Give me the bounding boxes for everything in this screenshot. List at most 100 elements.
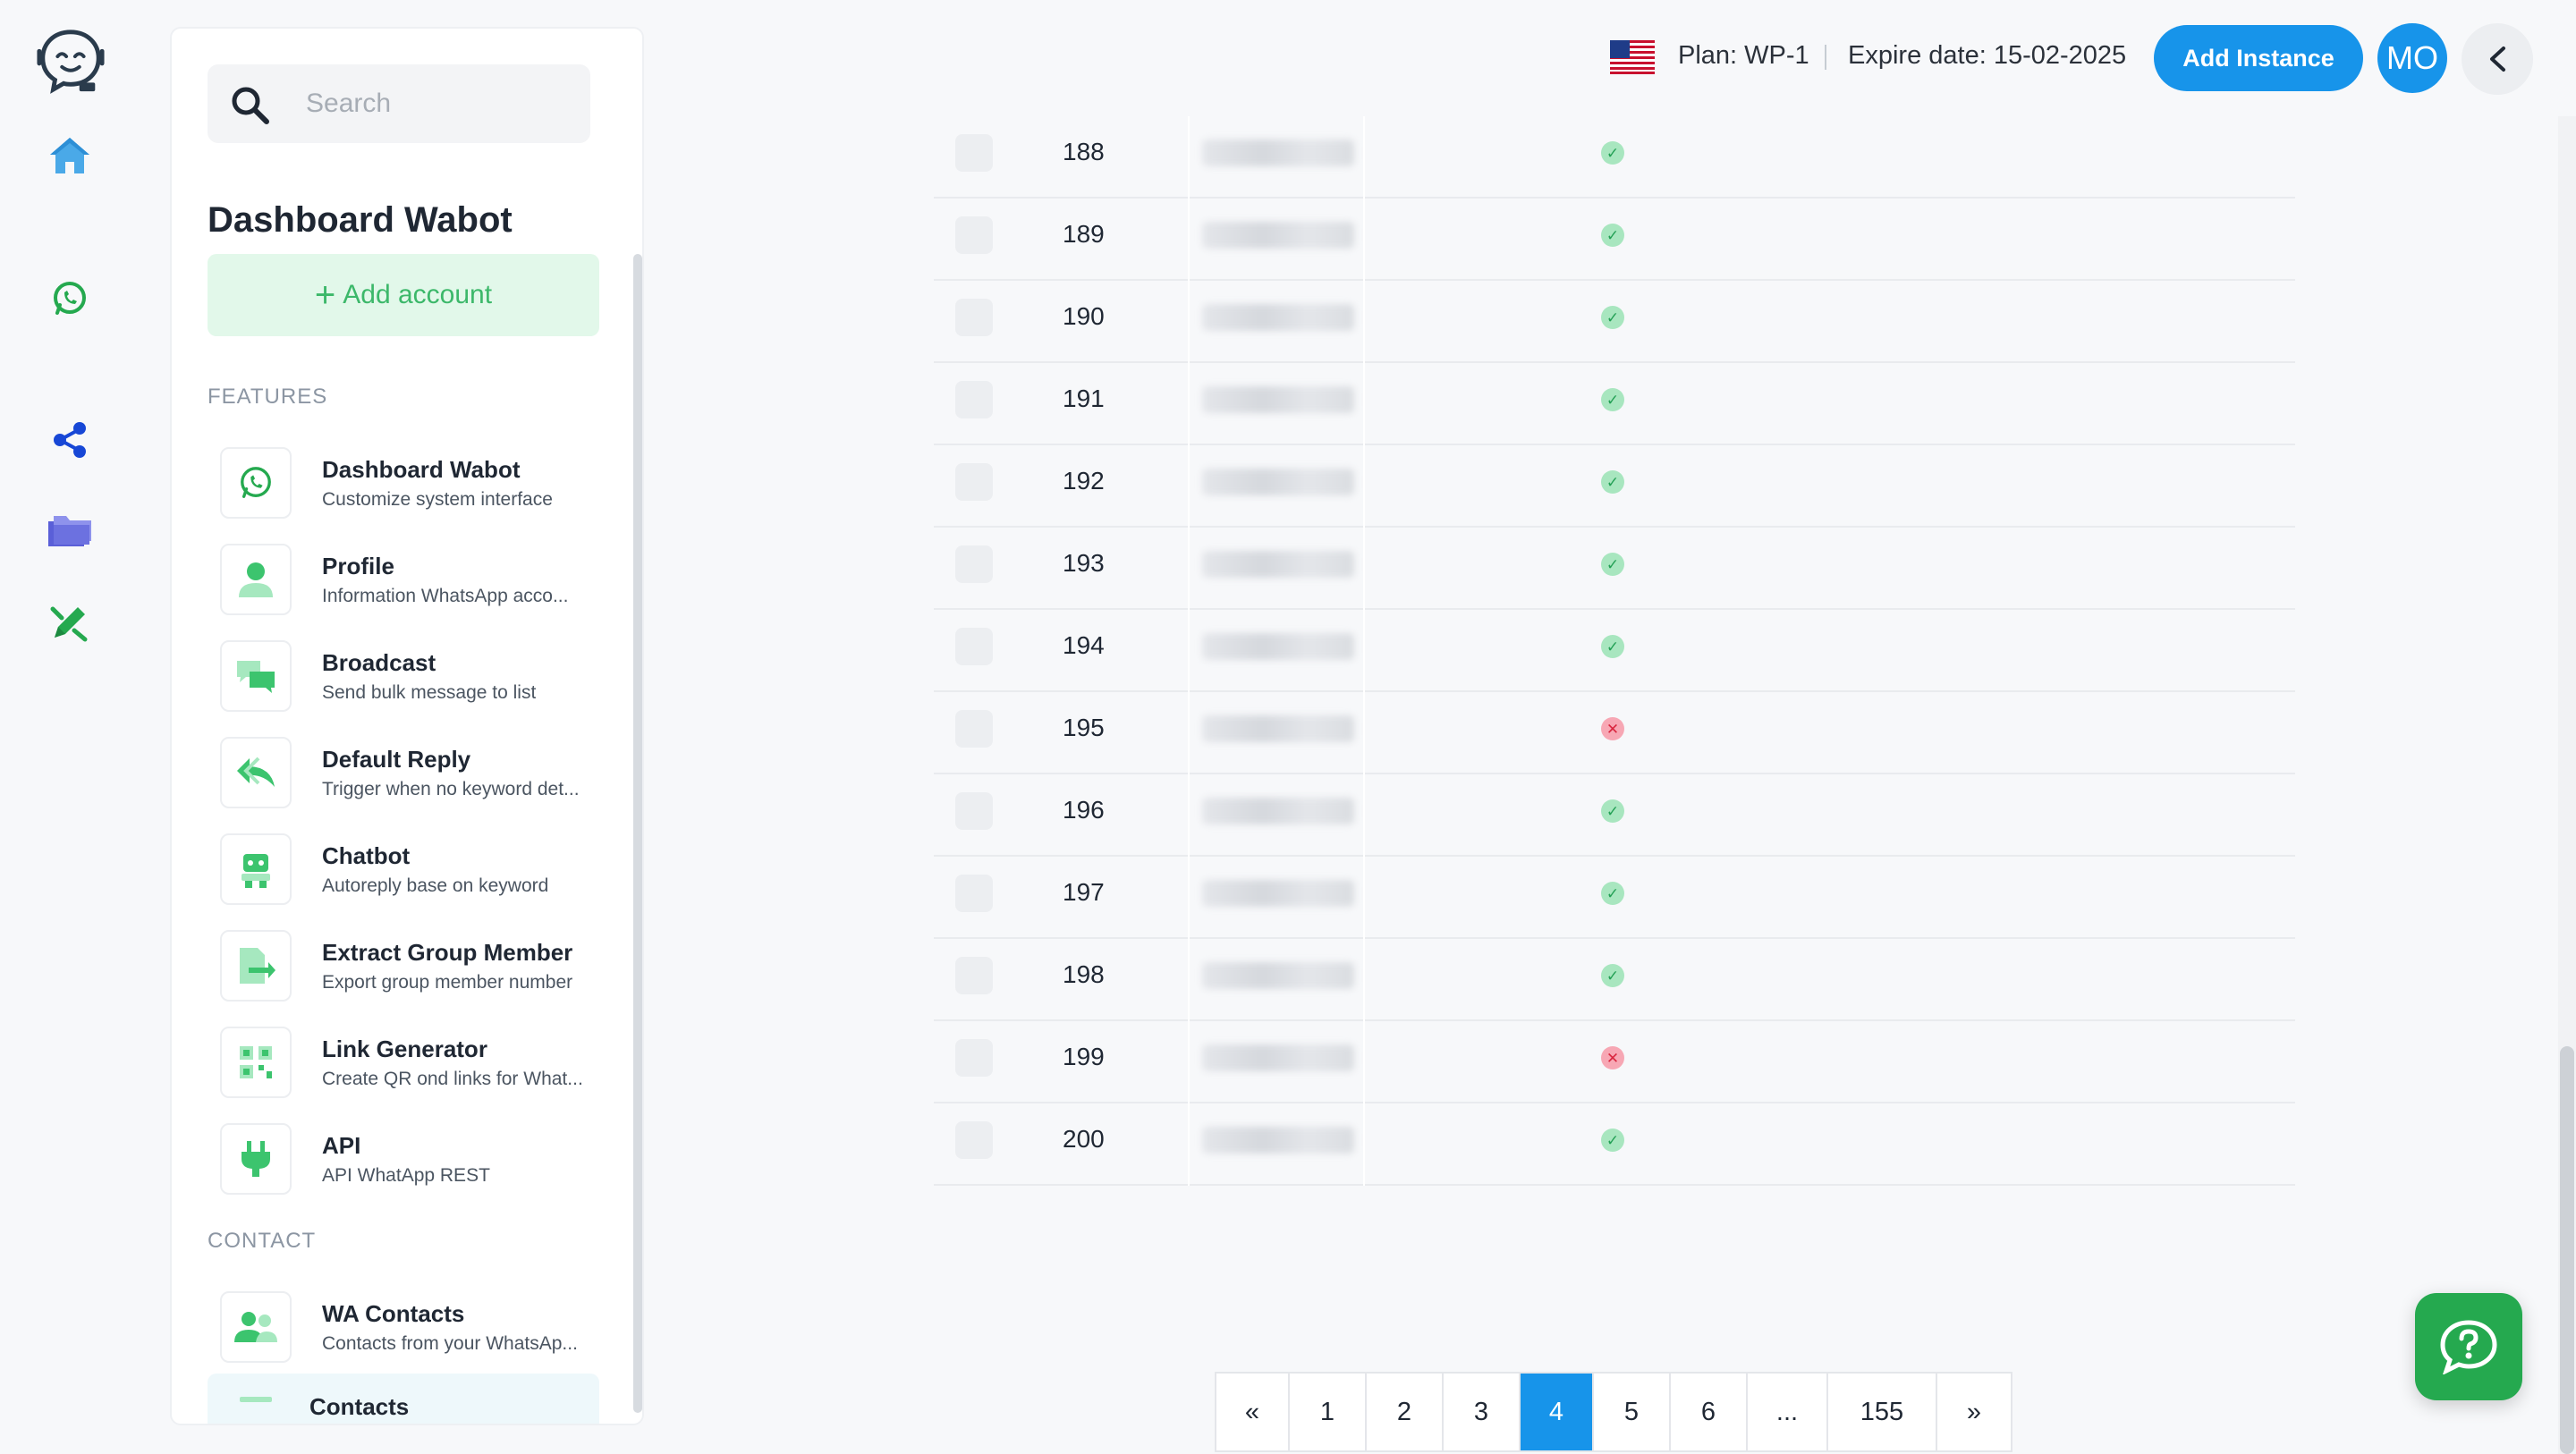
row-number: 197 [1063,878,1105,906]
icon-rail [0,0,140,1454]
add-account-button[interactable]: + Add account [208,254,599,336]
table-row: 200 ✓ [934,1103,2295,1186]
pagination-prev[interactable]: « [1216,1374,1290,1450]
sidebar-item-extract-group-member[interactable]: Extract Group Member Export group member… [220,926,596,1005]
sidebar-item-chatbot[interactable]: Chatbot Autoreply base on keyword [220,830,596,909]
avatar[interactable]: MO [2377,23,2447,93]
redacted-phone-number [1202,715,1354,742]
table-row: 190 ✓ [934,281,2295,363]
search-box[interactable] [208,64,590,143]
row-checkbox[interactable] [955,875,993,912]
collapse-button[interactable] [2462,23,2533,95]
sidebar-item-default-reply[interactable]: Default Reply Trigger when no keyword de… [220,733,596,812]
pagination-page-5[interactable]: 5 [1594,1374,1671,1450]
column-divider [1188,857,1190,939]
column-divider [1188,1021,1190,1103]
row-checkbox[interactable] [955,957,993,994]
sidebar-item-wa-contacts[interactable]: WA Contacts Contacts from your WhatsAp..… [220,1288,596,1366]
column-divider [1363,528,1365,610]
plus-icon: + [314,275,336,315]
redacted-phone-number [1202,880,1354,907]
pagination-page-4[interactable]: 4 [1521,1374,1594,1450]
feature-name: API [322,1131,361,1159]
plug-icon [242,1141,270,1177]
table-row: 197 ✓ [934,857,2295,939]
sidebar-item-profile[interactable]: Profile Information WhatsApp acco... [220,540,596,619]
row-checkbox[interactable] [955,628,993,665]
table-row: 195 ✕ [934,692,2295,774]
redacted-phone-number [1202,798,1354,824]
column-divider [1363,857,1365,939]
pagination-page-3[interactable]: 3 [1444,1374,1521,1450]
logo-icon[interactable] [36,25,106,95]
feature-name: Default Reply [322,745,471,773]
edit-icon [50,606,88,642]
rail-home-button[interactable] [41,127,98,184]
redacted-phone-number [1202,386,1354,413]
features-section-label: FEATURES [208,385,328,409]
row-checkbox[interactable] [955,216,993,254]
feature-name: Link Generator [322,1035,487,1062]
table-row: 199 ✕ [934,1021,2295,1103]
qr-code-icon [240,1046,272,1078]
sidebar-scrollbar[interactable] [633,254,642,1413]
column-divider [1363,1103,1365,1186]
rail-whatsapp-button[interactable] [41,270,98,327]
sidebar-item-api[interactable]: API API WhatApp REST [220,1120,596,1198]
row-checkbox[interactable] [955,463,993,501]
check-icon: ✓ [1601,388,1624,411]
pagination-next[interactable]: » [1937,1374,2011,1450]
row-checkbox[interactable] [955,1121,993,1159]
pagination-page-155[interactable]: 155 [1828,1374,1937,1450]
users-icon [234,1312,277,1342]
reply-icon [237,757,275,787]
feature-desc: API WhatApp REST [322,1164,490,1186]
column-divider [1188,116,1190,199]
feature-name: Dashboard Wabot [322,455,521,483]
contacts-icon [240,1397,272,1402]
pagination-page-2[interactable]: 2 [1367,1374,1444,1450]
row-checkbox[interactable] [955,134,993,172]
column-divider [1363,610,1365,692]
search-input[interactable] [306,80,574,127]
export-file-icon [240,948,275,984]
row-checkbox[interactable] [955,381,993,418]
column-divider [1188,528,1190,610]
row-number: 200 [1063,1125,1105,1153]
column-divider [1363,774,1365,857]
page-scrollbar-thumb[interactable] [2560,1046,2574,1454]
row-checkbox[interactable] [955,1039,993,1077]
row-number: 196 [1063,796,1105,824]
pagination-page-6[interactable]: 6 [1671,1374,1748,1450]
table-row: 188 ✓ [934,116,2295,199]
add-instance-button[interactable]: Add Instance [2154,25,2363,91]
rail-share-button[interactable] [41,411,98,469]
home-icon [50,138,89,173]
redacted-phone-number [1202,1127,1354,1154]
table-row: 191 ✓ [934,363,2295,445]
sidebar-item-dashboard-wabot[interactable]: Dashboard Wabot Customize system interfa… [220,444,596,522]
row-number: 191 [1063,385,1105,412]
feature-desc: Information WhatsApp acco... [322,585,569,606]
rail-folders-button[interactable] [41,503,98,560]
redacted-phone-number [1202,222,1354,249]
us-flag-icon [1610,40,1655,74]
check-icon: ✓ [1601,635,1624,658]
feature-desc: Customize system interface [322,488,553,510]
row-number: 198 [1063,960,1105,988]
pagination-page-1[interactable]: 1 [1290,1374,1367,1450]
row-checkbox[interactable] [955,710,993,748]
rail-edit-button[interactable] [41,594,98,651]
check-icon: ✓ [1601,799,1624,823]
feature-name: Profile [322,552,394,579]
help-chat-button[interactable] [2415,1293,2522,1400]
sidebar-item-contacts[interactable]: Contacts [208,1374,599,1424]
column-divider [1363,692,1365,774]
page-scrollbar[interactable] [2558,116,2576,1454]
row-checkbox[interactable] [955,792,993,830]
row-checkbox[interactable] [955,545,993,583]
sidebar-item-broadcast[interactable]: Broadcast Send bulk message to list [220,637,596,715]
row-checkbox[interactable] [955,299,993,336]
check-icon: ✓ [1601,553,1624,576]
sidebar-item-link-generator[interactable]: Link Generator Create QR ond links for W… [220,1023,596,1102]
